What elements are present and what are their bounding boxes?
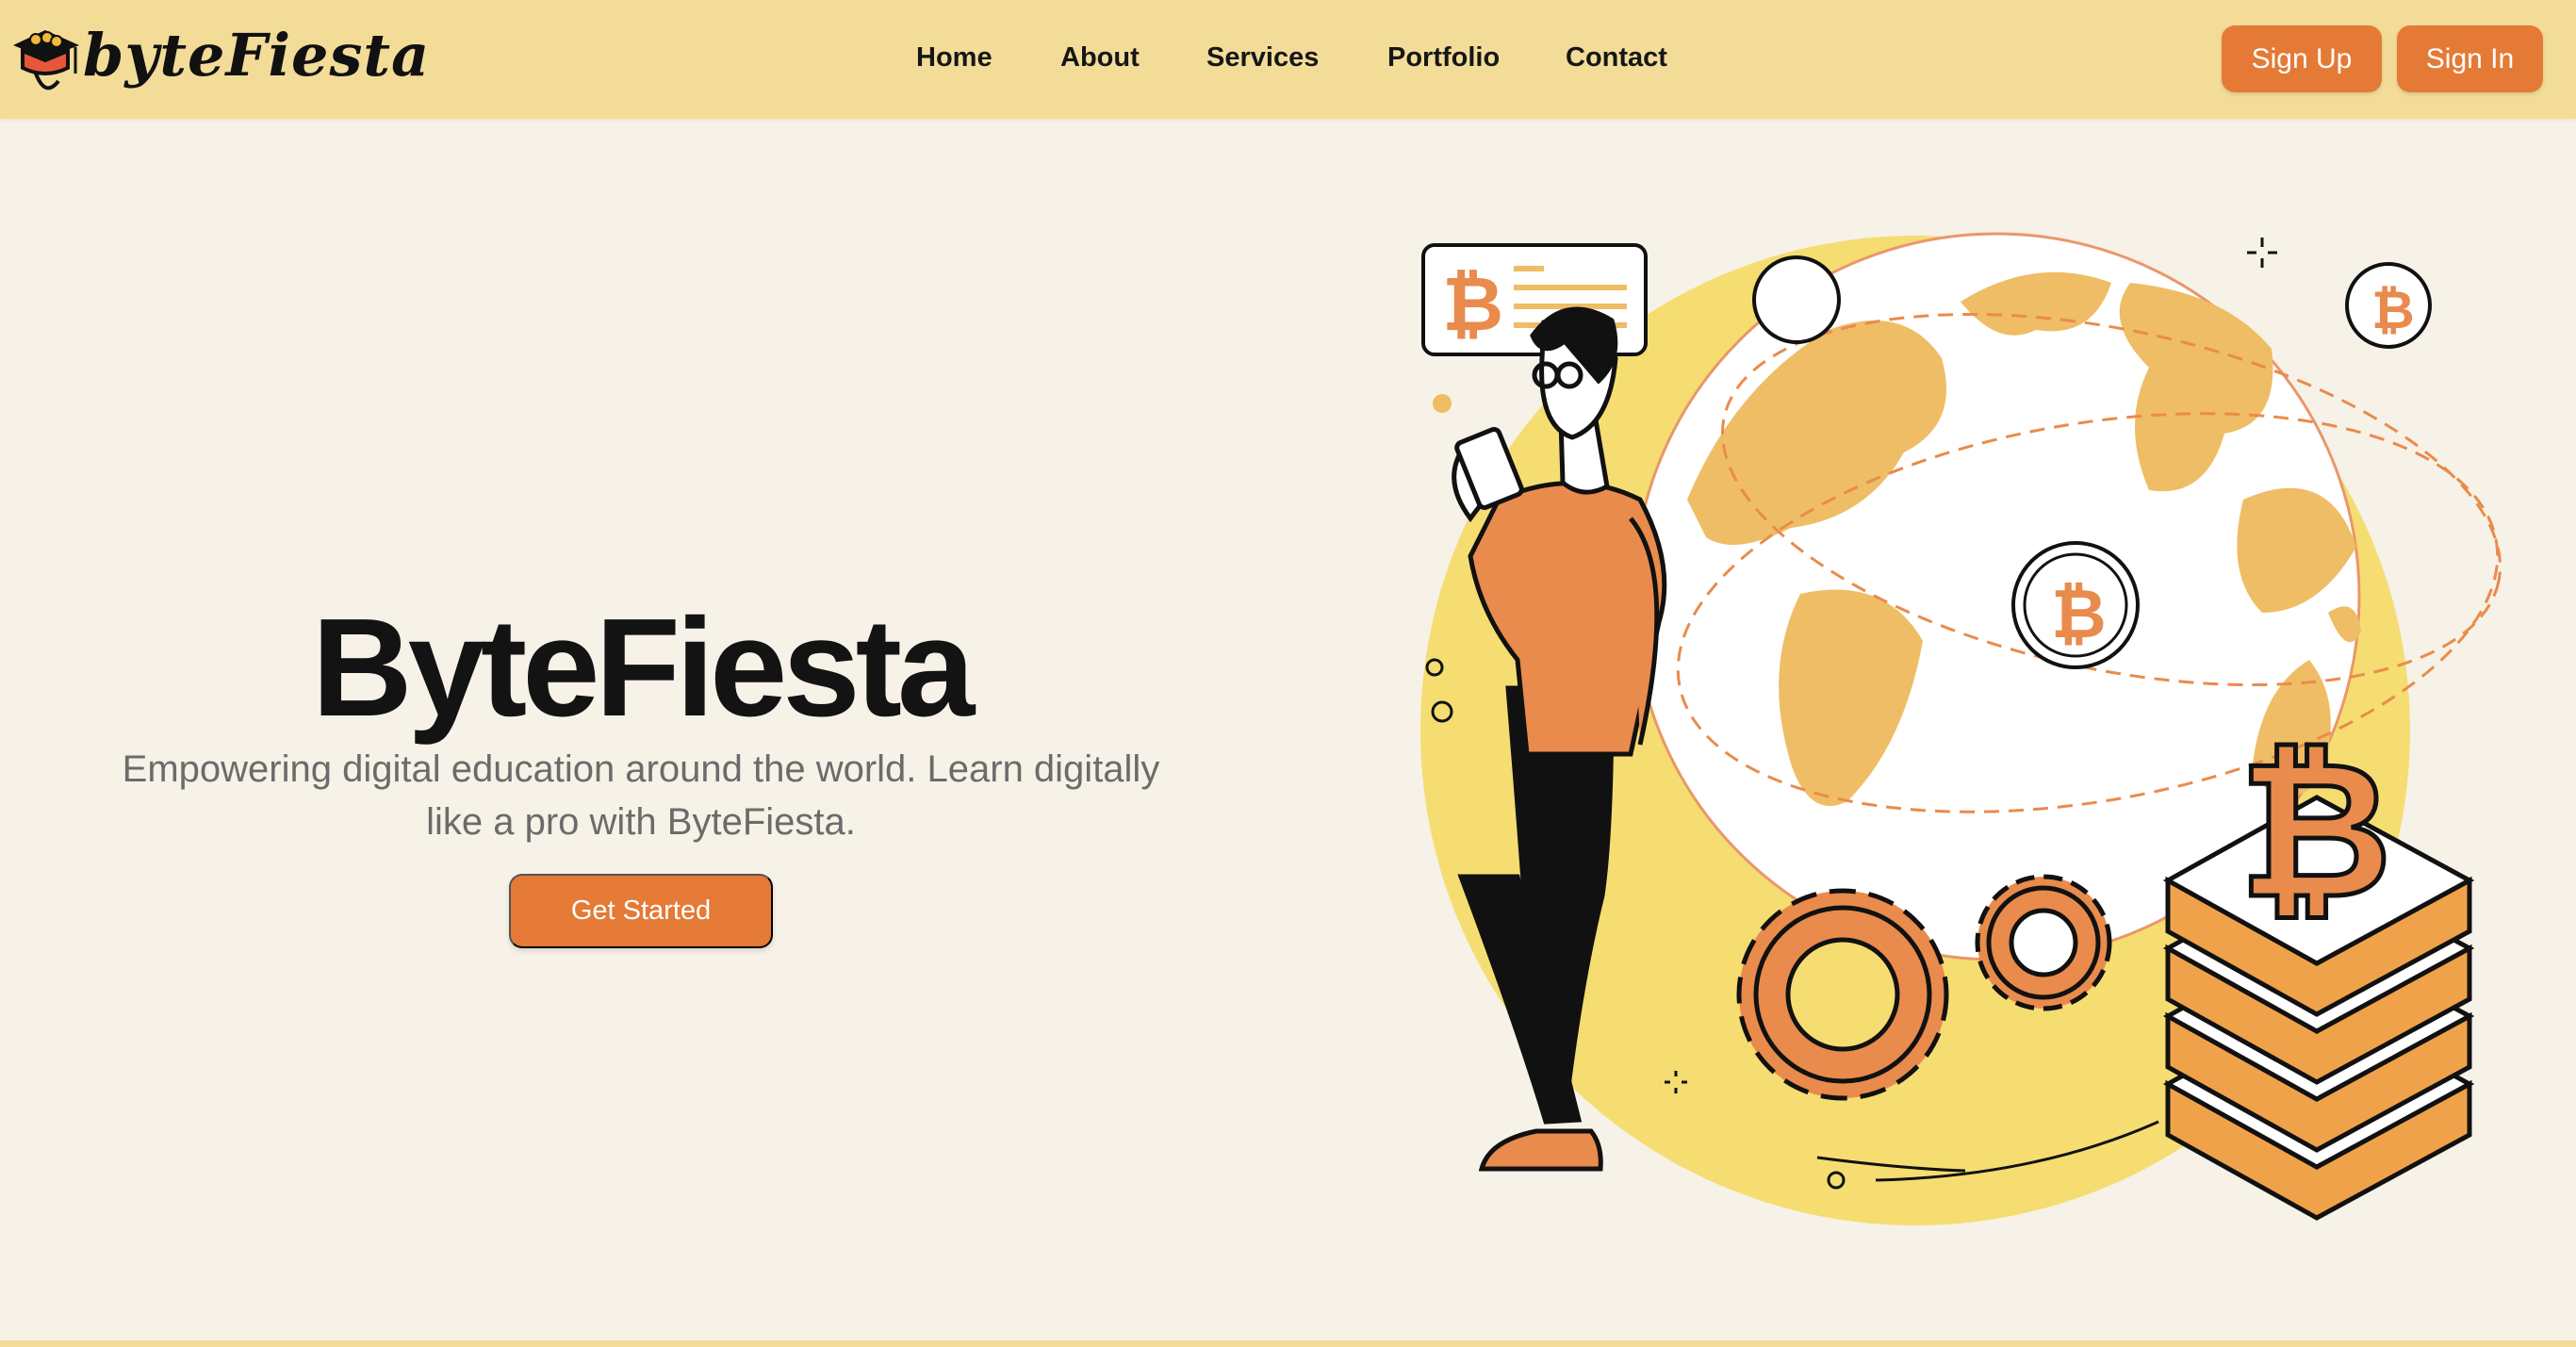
graduation-cap-icon — [13, 30, 79, 90]
brand-logo[interactable]: byteFiesta — [8, 19, 429, 102]
logo-text: byteFiesta — [83, 21, 431, 90]
nav-about[interactable]: About — [1060, 41, 1140, 74]
navbar: byteFiesta Home About Services Portfolio… — [0, 0, 2576, 119]
svg-text:₿: ₿ — [1442, 260, 1503, 348]
hero-subtitle-line-2: like a pro with ByteFiesta. — [426, 801, 856, 843]
hero-subtitle: Empowering digital education around the … — [57, 743, 1225, 848]
gear-icon — [1736, 888, 1949, 1101]
gear-icon — [1975, 874, 2112, 1011]
nav-services[interactable]: Services — [1206, 41, 1319, 74]
bottom-border — [0, 1340, 2576, 1347]
nav-home[interactable]: Home — [916, 41, 993, 74]
bitcoin-coin-icon: ₿ — [2345, 262, 2432, 349]
svg-text:₿: ₿ — [2051, 574, 2107, 653]
sign-up-button[interactable]: Sign Up — [2222, 25, 2382, 92]
sign-in-button[interactable]: Sign In — [2397, 25, 2543, 92]
hero-title: ByteFiesta — [311, 590, 976, 747]
get-started-button[interactable]: Get Started — [509, 874, 773, 948]
bitcoin-coin-icon: ₿ — [2011, 541, 2140, 669]
bitcoin-globe-illustration: ₿ ₿ ₿ ₿ — [1420, 232, 2502, 1225]
nav-contact[interactable]: Contact — [1566, 41, 1667, 74]
svg-text:₿: ₿ — [2371, 280, 2415, 341]
nav-portfolio[interactable]: Portfolio — [1387, 41, 1500, 74]
hero-subtitle-line-1: Empowering digital education around the … — [122, 748, 1160, 790]
svg-text:₿: ₿ — [2239, 721, 2392, 941]
